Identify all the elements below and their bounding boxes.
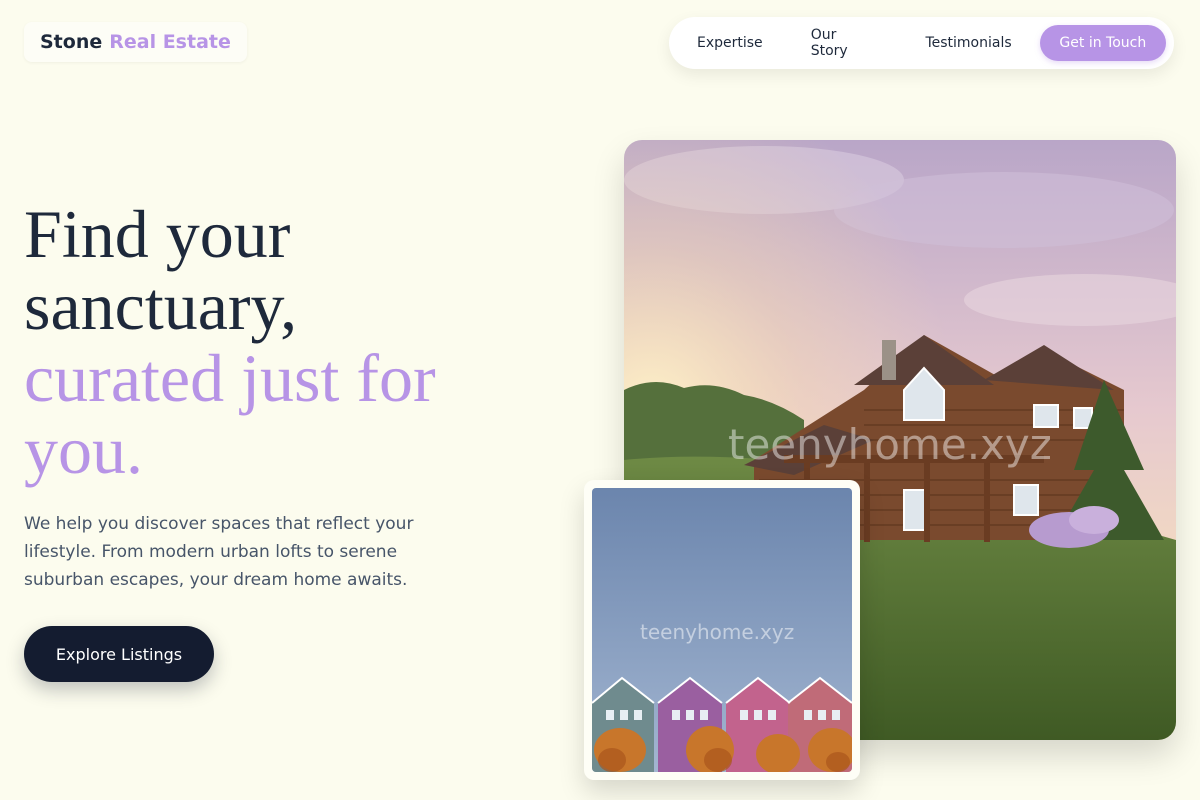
nav-link-expertise[interactable]: Expertise: [697, 35, 763, 51]
explore-listings-button[interactable]: Explore Listings: [24, 626, 214, 682]
brand-logo[interactable]: Stone Real Estate: [24, 22, 247, 62]
hero-description: We help you discover spaces that reflect…: [24, 514, 414, 590]
main-nav: Expertise Our Story Testimonials Get in …: [669, 17, 1174, 69]
hero-headline-line-1: Find your: [24, 196, 291, 272]
brand-name-accent: Real Estate: [109, 31, 231, 53]
hero-headline: Find your sanctuary, curated just for yo…: [24, 198, 584, 486]
row-houses-image: teenyhome.xyz: [592, 488, 852, 772]
main-image-watermark: teenyhome.xyz: [728, 420, 1052, 469]
nav-link-testimonials[interactable]: Testimonials: [925, 35, 1011, 51]
get-in-touch-button[interactable]: Get in Touch: [1039, 25, 1166, 61]
hero-headline-accent-line-1: curated just for: [24, 340, 436, 416]
nav-link-our-story[interactable]: Our Story: [811, 27, 878, 59]
brand-name-primary: Stone: [40, 31, 103, 53]
secondary-image-card: teenyhome.xyz: [584, 480, 860, 780]
hero-headline-line-2: sanctuary,: [24, 268, 298, 344]
secondary-image-watermark: teenyhome.xyz: [640, 620, 795, 644]
hero-headline-accent-line-2: you.: [24, 412, 143, 488]
